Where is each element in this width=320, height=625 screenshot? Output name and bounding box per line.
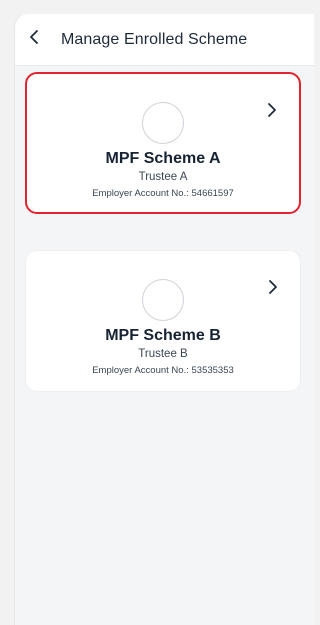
employer-account: Employer Account No.: 54661597 <box>27 188 299 199</box>
account-label: Employer Account No.: <box>92 188 192 199</box>
chevron-left-icon <box>28 29 40 50</box>
scheme-logo-placeholder <box>142 102 184 144</box>
scheme-logo-placeholder <box>142 279 184 321</box>
account-label: Employer Account No.: <box>92 365 192 376</box>
back-button[interactable] <box>15 14 53 66</box>
scheme-card-b[interactable]: MPF Scheme B Trustee B Employer Account … <box>25 250 301 392</box>
scheme-name: MPF Scheme B <box>105 327 221 344</box>
app-screen: Manage Enrolled Scheme MPF Scheme A Trus… <box>14 14 314 625</box>
chevron-right-icon[interactable] <box>267 102 277 123</box>
trustee-name: Trustee A <box>138 171 188 183</box>
account-number: 53535353 <box>191 365 234 376</box>
page-title: Manage Enrolled Scheme <box>61 30 248 48</box>
chevron-right-icon[interactable] <box>268 279 278 300</box>
employer-account: Employer Account No.: 53535353 <box>26 365 300 376</box>
app-header: Manage Enrolled Scheme <box>15 14 314 66</box>
account-number: 54661597 <box>191 188 234 199</box>
trustee-name: Trustee B <box>138 348 188 360</box>
scheme-name: MPF Scheme A <box>105 150 221 167</box>
scheme-card-a[interactable]: MPF Scheme A Trustee A Employer Account … <box>25 72 301 214</box>
